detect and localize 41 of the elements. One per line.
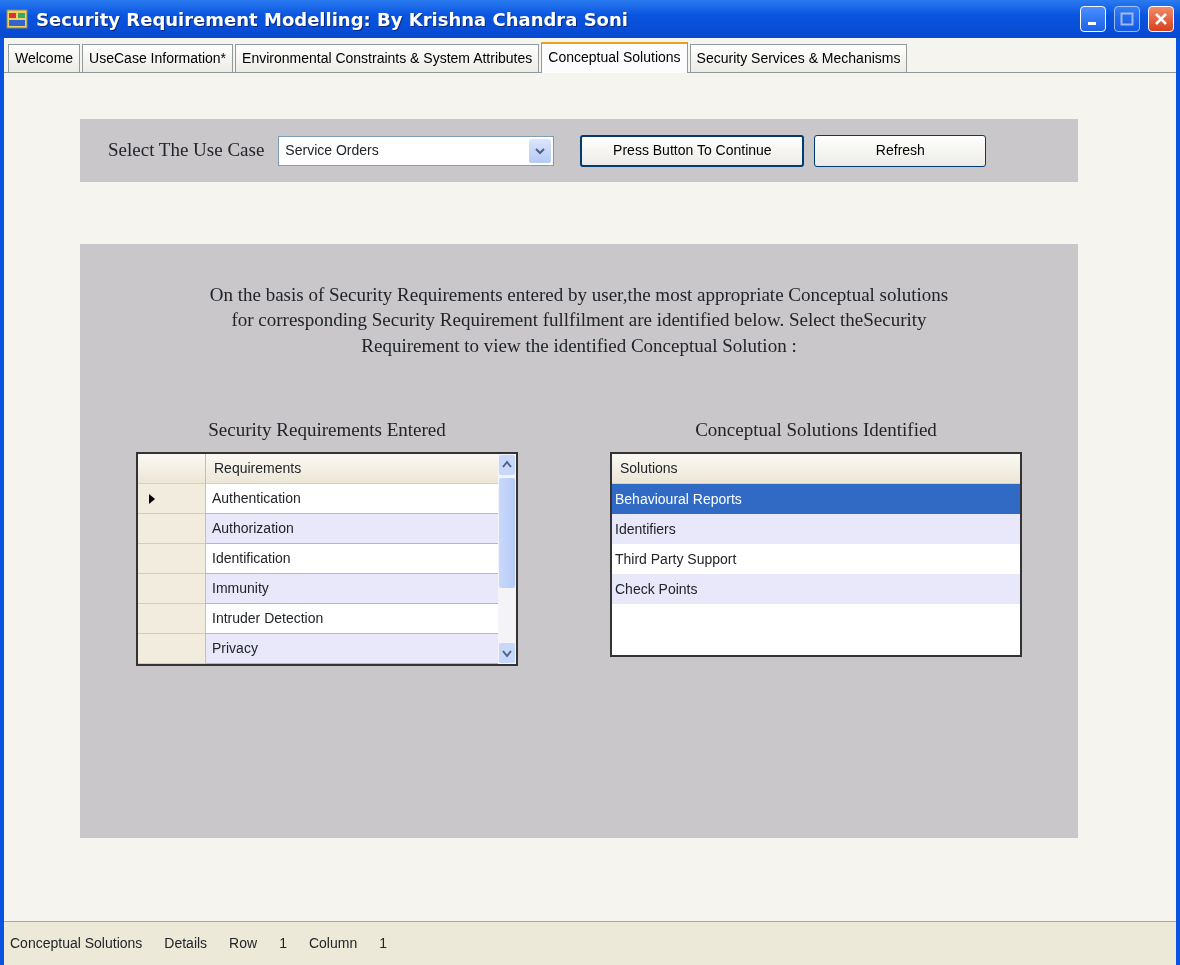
maximize-icon — [1120, 12, 1134, 26]
chevron-down-icon — [535, 146, 546, 155]
use-case-label: Select The Use Case — [108, 138, 265, 163]
list-item[interactable]: Behavioural Reports — [612, 484, 1020, 515]
tab[interactable]: UseCase Information* — [82, 44, 234, 72]
status-text: Conceptual Solutions — [10, 934, 143, 953]
tab[interactable]: Welcome — [8, 44, 81, 72]
table-cell[interactable]: Immunity — [206, 574, 498, 605]
list-item[interactable]: Check Points — [612, 574, 1020, 605]
tab[interactable]: Conceptual Solutions — [541, 42, 688, 73]
scroll-down-icon[interactable] — [498, 642, 516, 665]
status-text: Column — [308, 934, 358, 953]
requirements-heading: Security Requirements Entered — [207, 417, 447, 442]
dropdown-value: Service Orders — [285, 141, 379, 160]
minimize-icon — [1087, 22, 1096, 25]
continue-button[interactable]: Press Button To Continue — [580, 134, 805, 167]
status-text: 1 — [379, 934, 387, 953]
app-icon — [6, 9, 28, 29]
status-text: 1 — [279, 934, 287, 953]
solutions-heading: Conceptual Solutions Identified — [694, 417, 938, 442]
scroll-up-icon[interactable] — [498, 454, 516, 477]
close-icon — [1154, 12, 1168, 26]
tab[interactable]: Environmental Constraints & System Attributes — [235, 44, 540, 72]
list-item[interactable]: Third Party Support — [612, 544, 1020, 575]
scrollbar[interactable] — [498, 454, 516, 665]
column-header[interactable]: Requirements — [206, 454, 498, 485]
minimize-button[interactable] — [1080, 6, 1106, 32]
list-item[interactable]: Identifiers — [612, 514, 1020, 545]
refresh-button[interactable]: Refresh — [814, 134, 987, 167]
tab[interactable]: Security Services & Mechanisms — [689, 44, 908, 72]
close-button[interactable] — [1148, 6, 1174, 32]
column-header[interactable]: Solutions — [612, 454, 1020, 485]
header-corner — [138, 454, 205, 485]
status-text: Row — [229, 934, 258, 953]
maximize-button[interactable] — [1114, 6, 1140, 32]
description-text: On the basis of Security Requirements entered by user,the most appropriate Conceptual solutions for corresponding Security Requirement fullfilment are identified below. Select theSecurity Requirement to view the identified Conceptual Solution : — [208, 283, 950, 358]
table-cell[interactable]: Authorization — [206, 514, 498, 545]
status-text: Details — [164, 934, 208, 953]
window-title: Security Requirement Modelling: By Krishna Chandra Soni — [36, 7, 629, 32]
use-case-dropdown[interactable]: Service Orders — [278, 135, 555, 166]
table-cell[interactable]: Privacy — [206, 634, 498, 665]
